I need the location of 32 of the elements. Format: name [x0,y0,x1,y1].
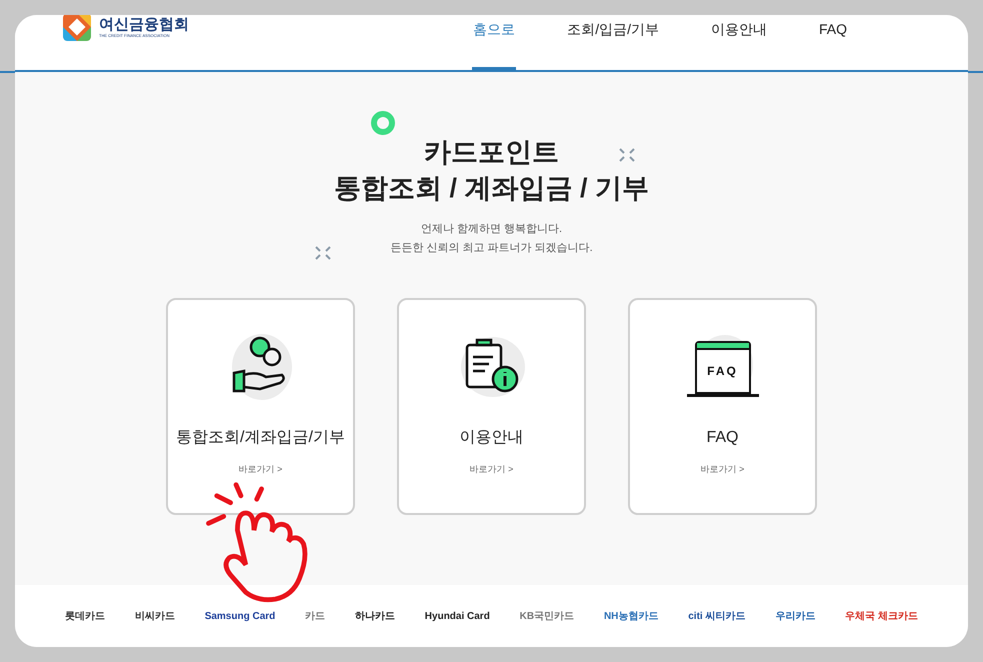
nav-link[interactable]: 조회/입금/기부 [566,15,660,70]
partner-logo[interactable]: 우체국 체크카드 [845,608,918,624]
partner-logo[interactable]: Samsung Card [204,608,276,624]
partner-logo[interactable]: 카드 [305,608,326,624]
nav-link[interactable]: FAQ [818,15,848,70]
partner-logo[interactable]: citi 씨티카드 [688,608,746,624]
sparkle-icon [313,244,333,262]
partner-logo[interactable]: 우리카드 [775,608,816,624]
menu-card[interactable]: 이용안내 바로가기 > [397,298,586,515]
sparkle-icon [617,146,637,164]
shortcut-link[interactable]: 바로가기 > [700,463,744,476]
ring-icon [370,110,396,136]
nav-link[interactable]: 홈으로 [472,15,516,70]
hero-title: 통합조회 / 계좌입금 / 기부 [334,172,649,205]
partner-logo[interactable]: NH농협카드 [604,608,658,624]
partner-logo[interactable]: 롯데카드 [65,608,105,624]
partner-logo[interactable]: 비씨카드 [134,608,175,624]
partner-logo[interactable]: 하나카드 [354,608,395,624]
menu-card[interactable]: FAQ FAQ 바로가기 > [628,298,817,515]
card-title: 통합조회/계좌입금/기부 [176,428,345,448]
logo-name: 여신금융협회 [99,16,189,32]
card-title: FAQ [706,428,738,448]
hero-subtitle: 든든한 신뢰의 최고 파트너가 되겠습니다. [390,241,593,256]
nav-link[interactable]: 이용안내 [710,15,768,70]
shortcut-link[interactable]: 바로가기 > [238,463,282,476]
partner-logo[interactable]: KB국민카드 [520,608,574,624]
partner-logo[interactable]: Hyundai Card [424,608,490,624]
menu-card[interactable]: 통합조회/계좌입금/기부 바로가기 > [166,298,355,515]
hero-subtitle: 언제나 함께하면 행복합니다. [420,222,562,237]
shortcut-link[interactable]: 바로가기 > [470,463,514,476]
hero-title: 카드포인트 [424,136,559,169]
card-title: 이용안내 [460,428,524,448]
